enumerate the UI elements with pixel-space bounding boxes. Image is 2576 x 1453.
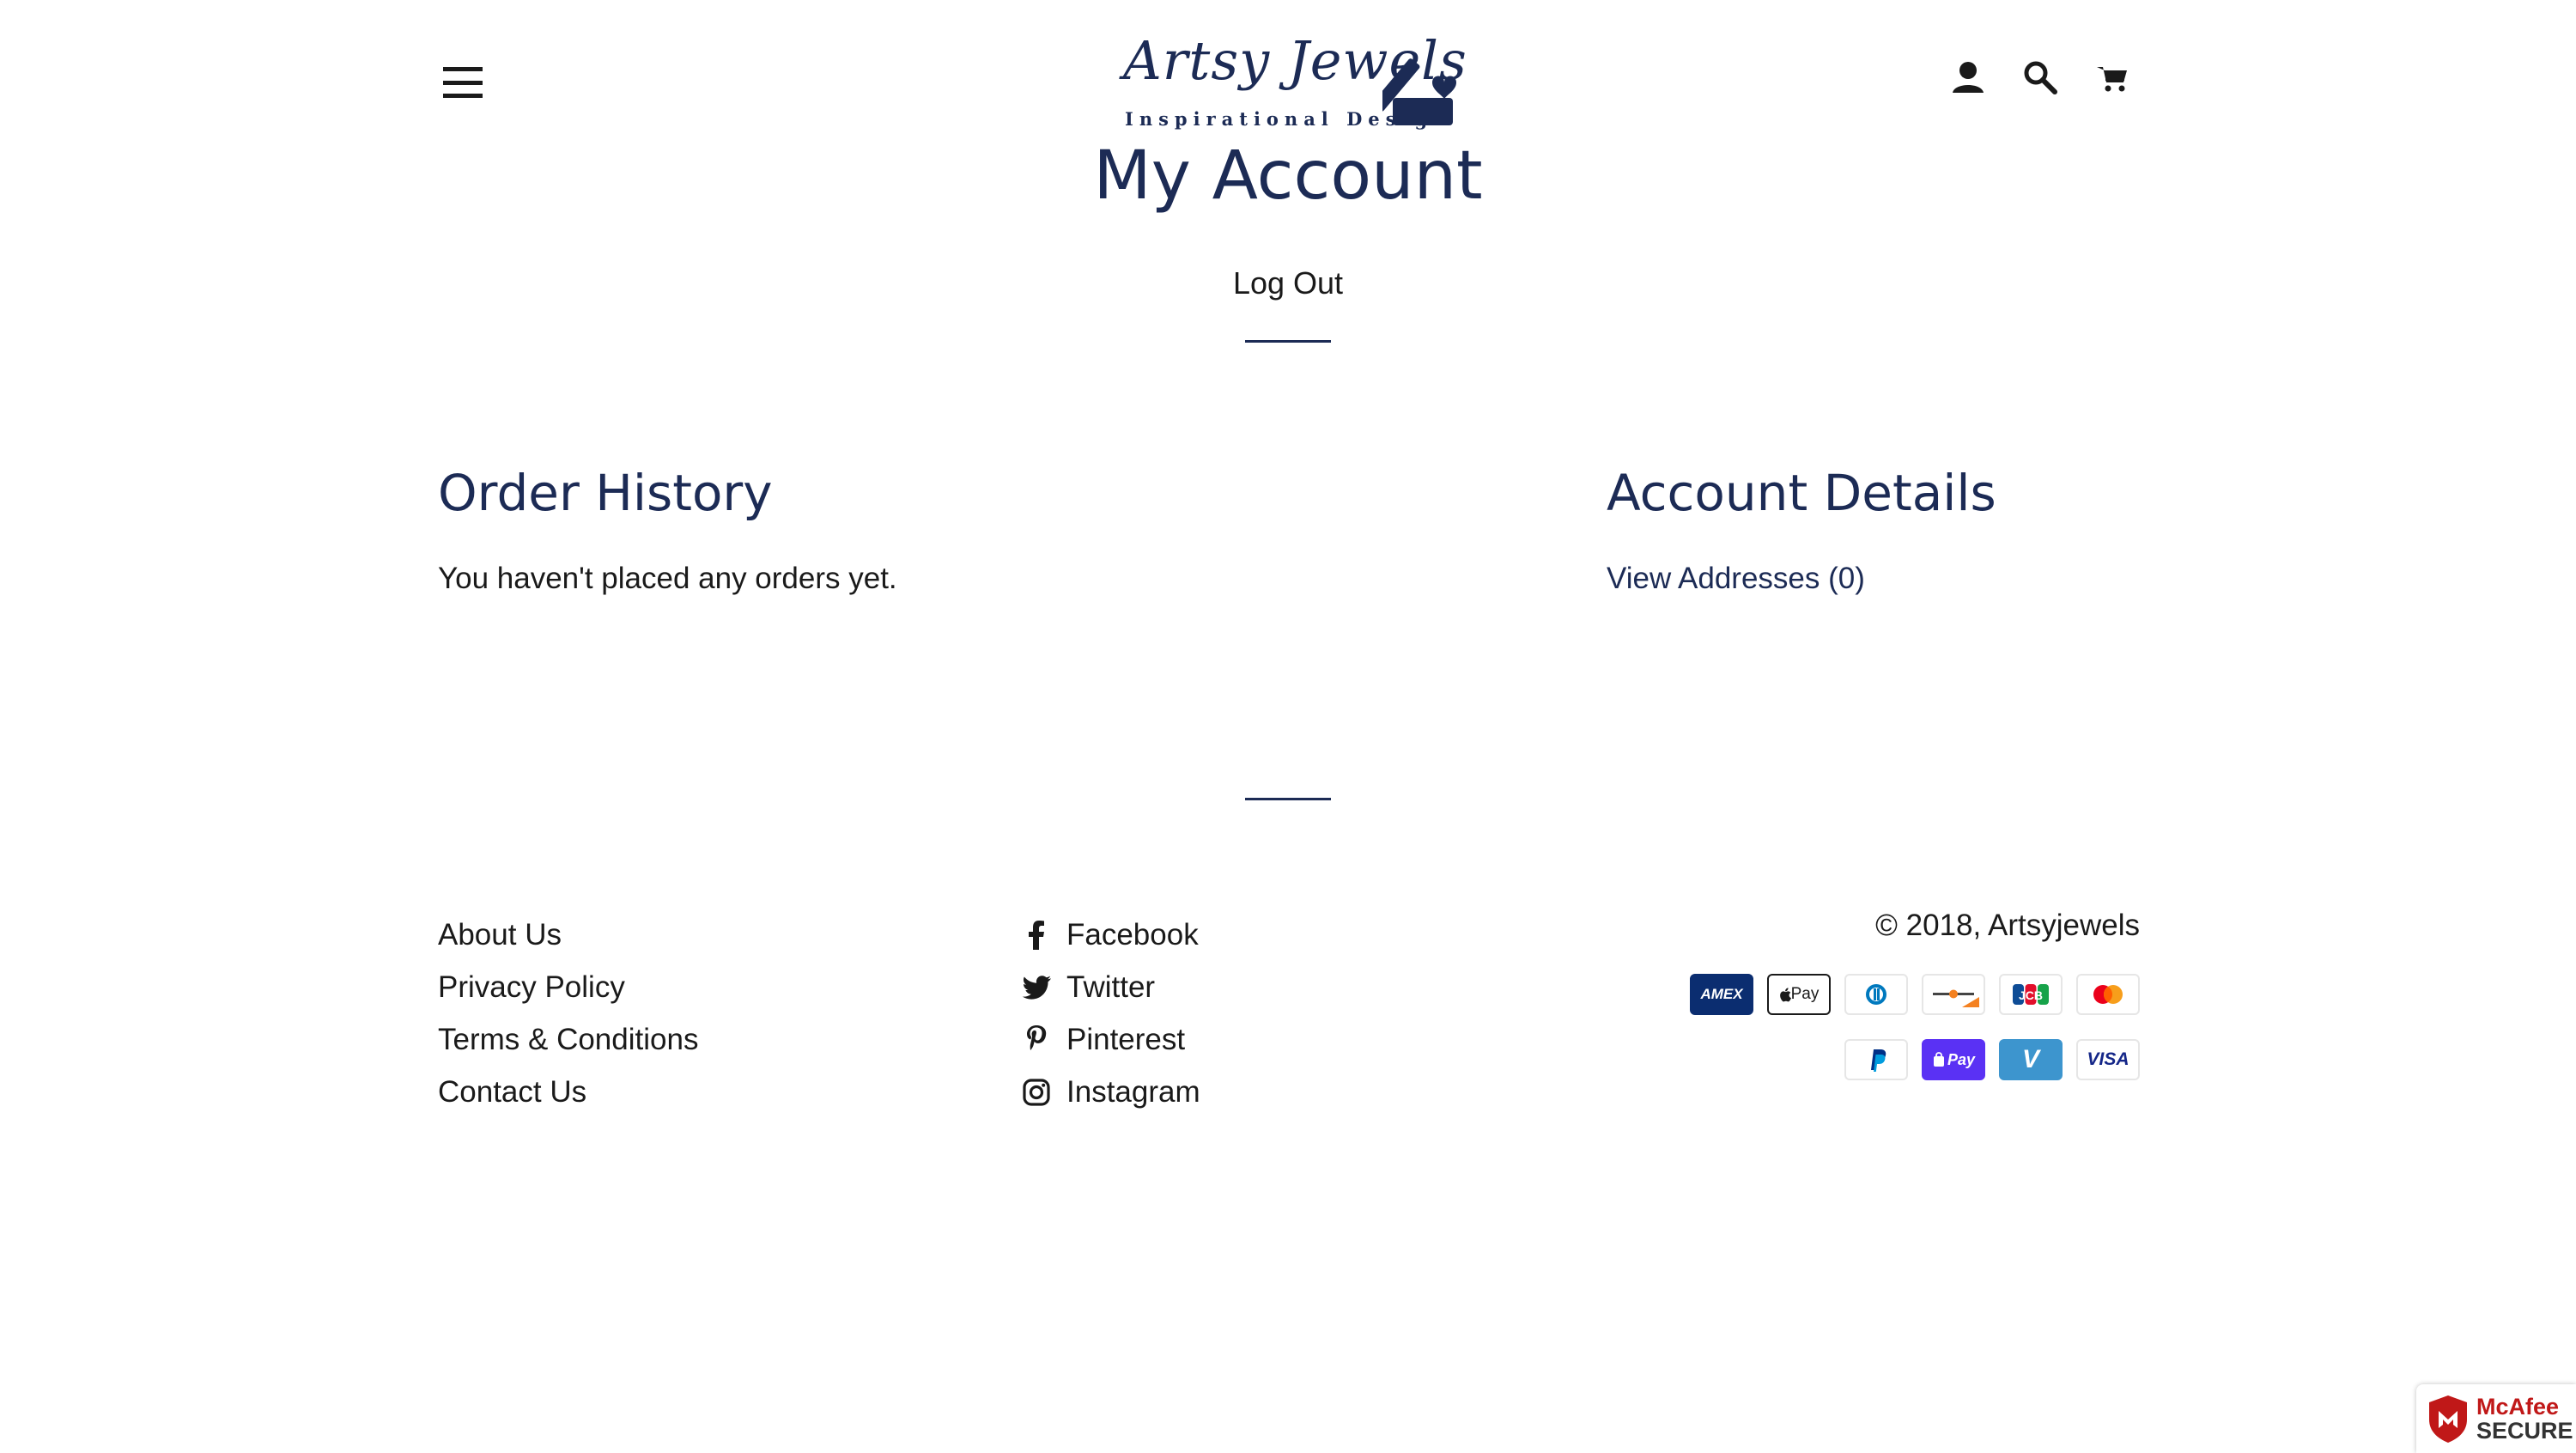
mastercard-icon [2076,974,2140,1015]
social-links: Facebook Twitter Pinterest Instagram [1022,909,1200,1118]
instagram-icon [1022,1078,1051,1107]
svg-text:JCB: JCB [2019,988,2043,1002]
order-history-title: Order History [438,464,773,522]
mcafee-shield-icon [2429,1395,2467,1443]
privacy-policy-link[interactable]: Privacy Policy [438,970,625,1005]
payment-row: Pay V VISA [1683,1039,2140,1080]
social-item: Twitter [1022,961,1200,1013]
payment-row: AMEX Pay JCB [1683,974,2140,1015]
discover-icon [1922,974,1985,1015]
venmo-icon: V [1999,1039,2063,1080]
search-icon[interactable] [2021,58,2059,96]
account-icon[interactable] [1949,58,1987,96]
shop-pay-icon: Pay [1922,1039,1985,1080]
twitter-icon [1022,973,1051,1002]
venmo-label: V [2021,1045,2039,1073]
footer-divider [1245,798,1331,800]
title-divider [1245,340,1331,343]
page-title: My Account [1093,137,1483,215]
social-item: Instagram [1022,1066,1200,1118]
twitter-label: Twitter [1066,970,1156,1004]
about-us-link[interactable]: About Us [438,918,562,952]
paypal-icon [1844,1039,1908,1080]
apple-icon [1779,987,1791,1001]
jewelry-box-icon [1382,58,1456,125]
footer-link-item: About Us [438,909,698,961]
footer-link-item: Terms & Conditions [438,1013,698,1066]
cart-icon[interactable] [2093,58,2131,96]
logout-wrapper: Log Out [0,265,2576,301]
diners-club-icon [1844,974,1908,1015]
apple-pay-label: Pay [1790,985,1820,1003]
site-logo[interactable]: Artsy Jewels Inspirational Design [1116,29,1467,137]
shopping-bag-icon [1933,1052,1944,1067]
view-addresses-link[interactable]: View Addresses (0) [1607,562,1865,595]
addresses-wrapper: View Addresses (0) [1607,562,1865,596]
contact-us-link[interactable]: Contact Us [438,1075,586,1110]
twitter-link[interactable]: Twitter [1022,970,1155,1005]
mcafee-brand: McAfee [2476,1394,2560,1420]
pinterest-label: Pinterest [1066,1022,1186,1056]
footer-links: About Us Privacy Policy Terms & Conditio… [438,909,698,1118]
facebook-label: Facebook [1066,917,1199,951]
mcafee-secure-label: SECURE [2476,1418,2573,1444]
mcafee-secure-badge[interactable]: McAfee SECURE [2416,1384,2576,1453]
jcb-icon: JCB [1999,974,2063,1015]
instagram-link[interactable]: Instagram [1022,1075,1200,1110]
copyright-text: © 2018, Artsyjewels [1875,909,2140,942]
logout-link[interactable]: Log Out [1233,265,1343,301]
amex-icon: AMEX [1690,974,1753,1015]
footer-link-item: Contact Us [438,1066,698,1118]
pinterest-link[interactable]: Pinterest [1022,1023,1185,1057]
header-icons [1949,58,2131,96]
social-item: Pinterest [1022,1013,1200,1066]
no-orders-text: You haven't placed any orders yet. [438,562,897,595]
instagram-label: Instagram [1066,1074,1200,1109]
footer-link-item: Privacy Policy [438,961,698,1013]
terms-conditions-link[interactable]: Terms & Conditions [438,1023,698,1057]
social-item: Facebook [1022,909,1200,961]
page: Artsy Jewels Inspirational Design My Acc… [0,0,2576,1453]
facebook-icon [1022,920,1051,950]
pinterest-icon [1022,1024,1051,1055]
facebook-link[interactable]: Facebook [1022,918,1199,952]
mcafee-text: McAfee SECURE [2476,1395,2573,1443]
hamburger-menu-icon[interactable] [443,67,483,98]
amex-label: AMEX [1700,986,1743,1002]
payment-icons: AMEX Pay JCB Pay V VISA [1683,974,2140,1104]
shop-pay-label: Pay [1947,1050,1976,1068]
visa-icon: VISA [2076,1039,2140,1080]
visa-label: VISA [2087,1049,2129,1069]
account-details-title: Account Details [1607,464,1996,522]
apple-pay-icon: Pay [1767,974,1831,1015]
